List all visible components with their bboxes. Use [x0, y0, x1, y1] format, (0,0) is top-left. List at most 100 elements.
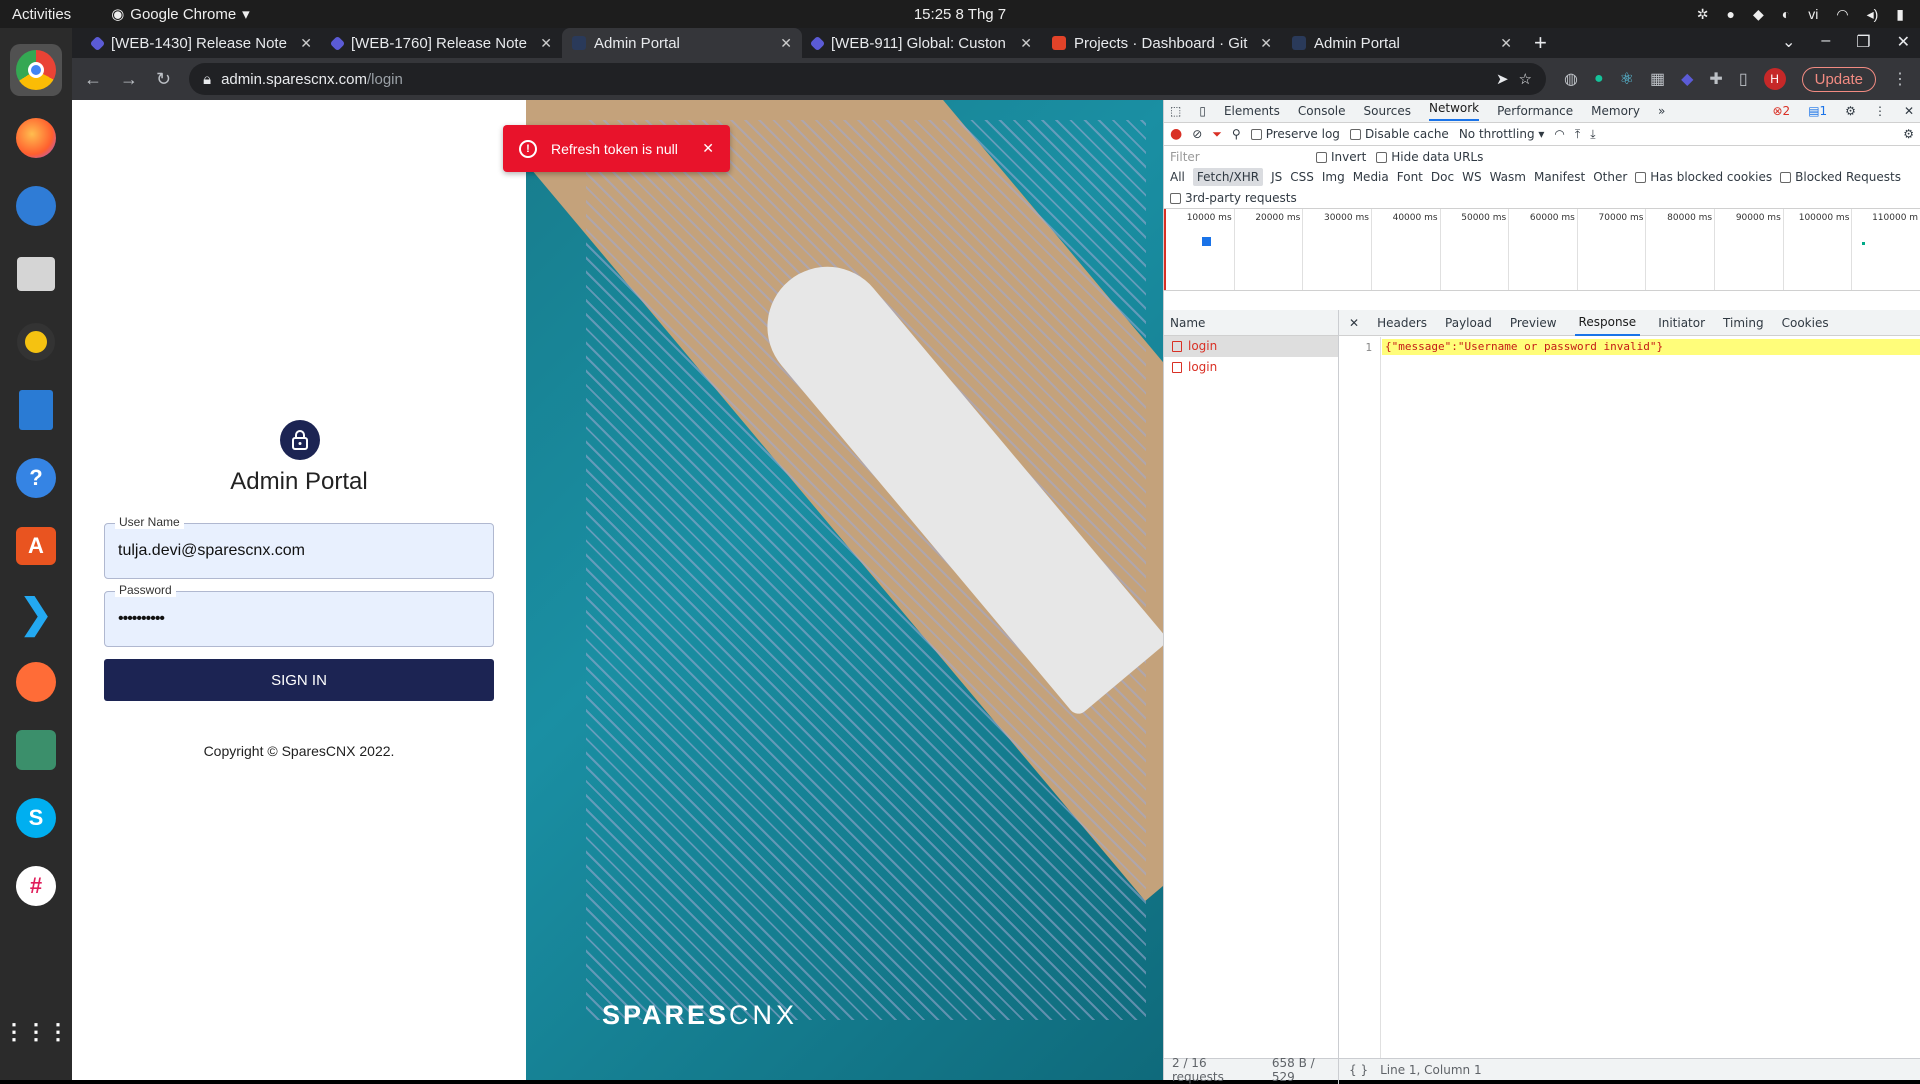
message-badge[interactable]: ▤1: [1808, 104, 1827, 118]
kebab-menu-icon[interactable]: ⋮: [1874, 104, 1886, 118]
type-filter-ws[interactable]: WS: [1462, 170, 1481, 184]
network-timeline[interactable]: 10000 ms 20000 ms 30000 ms 40000 ms 5000…: [1164, 209, 1920, 291]
filter-input[interactable]: Filter: [1170, 150, 1306, 164]
forward-icon[interactable]: →: [120, 69, 138, 90]
close-detail-icon[interactable]: ✕: [1349, 316, 1359, 330]
username-field[interactable]: User Name tulja.devi@sparescnx.com: [104, 515, 494, 579]
export-har-icon[interactable]: ⤓: [1590, 127, 1595, 142]
sign-in-button[interactable]: SIGN IN: [104, 659, 494, 701]
record-icon[interactable]: ●: [1170, 126, 1182, 142]
reload-icon[interactable]: ↻: [156, 69, 171, 90]
response-body[interactable]: {"message":"Username or password invalid…: [1382, 339, 1920, 355]
search-icon[interactable]: ⚲: [1232, 127, 1241, 141]
invert-checkbox[interactable]: Invert: [1316, 150, 1366, 164]
firefox-icon[interactable]: [10, 112, 62, 164]
close-icon[interactable]: ✕: [540, 35, 552, 52]
import-har-icon[interactable]: ⤒: [1575, 127, 1580, 142]
bookmark-star-icon[interactable]: ☆: [1519, 70, 1532, 88]
extension-icon[interactable]: ▦: [1650, 69, 1665, 89]
language-indicator[interactable]: vi: [1808, 6, 1818, 22]
activities-button[interactable]: Activities: [12, 6, 71, 23]
tab-timing[interactable]: Timing: [1723, 316, 1764, 330]
filter-icon[interactable]: ⏷: [1212, 127, 1222, 142]
app-menu[interactable]: ◉ Google Chrome ▾: [111, 5, 250, 24]
type-filter-img[interactable]: Img: [1322, 170, 1345, 184]
close-icon[interactable]: ✕: [1020, 35, 1032, 52]
maximize-icon[interactable]: ❐: [1856, 32, 1870, 52]
close-icon[interactable]: ✕: [702, 140, 714, 157]
tray-app-icon[interactable]: ✲: [1697, 6, 1709, 23]
tab-response[interactable]: Response: [1574, 310, 1641, 336]
tab-initiator[interactable]: Initiator: [1658, 316, 1705, 330]
close-devtools-icon[interactable]: ✕: [1904, 104, 1914, 118]
writer-icon[interactable]: [10, 384, 62, 436]
password-value[interactable]: ••••••••••: [118, 610, 165, 628]
type-filter-wasm[interactable]: Wasm: [1490, 170, 1526, 184]
throttling-select[interactable]: No throttling ▾: [1459, 127, 1545, 141]
menu-icon[interactable]: ⋮: [1892, 69, 1908, 89]
type-filter-all[interactable]: All: [1170, 170, 1185, 184]
type-filter-other[interactable]: Other: [1593, 170, 1627, 184]
update-button[interactable]: Update: [1801, 66, 1876, 92]
tray-app-icon[interactable]: ◐: [1782, 6, 1790, 22]
third-party-checkbox[interactable]: 3rd-party requests: [1170, 191, 1297, 205]
postman-icon[interactable]: [10, 656, 62, 708]
clear-icon[interactable]: ⊘: [1192, 127, 1202, 141]
name-column-header[interactable]: Name: [1164, 310, 1338, 336]
type-filter-manifest[interactable]: Manifest: [1534, 170, 1585, 184]
tab-payload[interactable]: Payload: [1445, 316, 1492, 330]
vscode-icon[interactable]: ❯: [10, 588, 62, 640]
type-filter-fetch-xhr[interactable]: Fetch/XHR: [1192, 168, 1264, 186]
password-field[interactable]: Password ••••••••••: [104, 583, 494, 647]
tab-preview[interactable]: Preview: [1510, 316, 1557, 330]
slack-icon[interactable]: #: [10, 860, 62, 912]
tab-network[interactable]: Network: [1429, 101, 1480, 121]
software-icon[interactable]: A: [10, 520, 62, 572]
settings-gear-icon[interactable]: ⚙: [1845, 104, 1856, 118]
type-filter-js[interactable]: JS: [1271, 170, 1282, 184]
lock-icon[interactable]: 🔒︎: [203, 71, 211, 88]
close-icon[interactable]: ✕: [1500, 35, 1512, 52]
tab-headers[interactable]: Headers: [1377, 316, 1427, 330]
type-filter-doc[interactable]: Doc: [1431, 170, 1454, 184]
extension-icon[interactable]: ◍: [1564, 69, 1578, 89]
puzzle-icon[interactable]: ✚: [1709, 69, 1722, 89]
help-icon[interactable]: ?: [10, 452, 62, 504]
battery-icon[interactable]: ▮: [1896, 6, 1904, 23]
close-icon[interactable]: ✕: [300, 35, 312, 52]
network-settings-icon[interactable]: ⚙: [1903, 127, 1914, 141]
error-badge[interactable]: ⊗2: [1772, 104, 1790, 118]
browser-tab[interactable]: [WEB-1430] Release Note ✕: [82, 28, 322, 58]
browser-tab[interactable]: Projects · Dashboard · Git ✕: [1042, 28, 1282, 58]
inspect-icon[interactable]: ⬚: [1170, 104, 1181, 118]
files-icon[interactable]: [10, 248, 62, 300]
show-apps-icon[interactable]: ⋮⋮⋮: [3, 1006, 69, 1058]
request-row[interactable]: login: [1164, 357, 1338, 378]
tab-elements[interactable]: Elements: [1224, 104, 1280, 118]
browser-tab[interactable]: [WEB-911] Global: Custon ✕: [802, 28, 1042, 58]
chrome-icon[interactable]: [10, 44, 62, 96]
more-tabs-icon[interactable]: »: [1658, 104, 1665, 118]
app-icon[interactable]: [10, 724, 62, 776]
wifi-icon[interactable]: ◠: [1836, 6, 1848, 23]
blocked-requests-checkbox[interactable]: Blocked Requests: [1780, 170, 1901, 184]
thunderbird-icon[interactable]: [10, 180, 62, 232]
type-filter-font[interactable]: Font: [1397, 170, 1423, 184]
tab-performance[interactable]: Performance: [1497, 104, 1573, 118]
tab-search-icon[interactable]: ⌄: [1782, 32, 1795, 52]
back-icon[interactable]: ←: [84, 69, 102, 90]
react-devtools-icon[interactable]: ⚛: [1620, 69, 1634, 89]
blocked-cookies-checkbox[interactable]: Has blocked cookies: [1635, 170, 1772, 184]
tray-app-icon[interactable]: ●: [1727, 6, 1735, 22]
rhythmbox-icon[interactable]: [10, 316, 62, 368]
skype-icon[interactable]: S: [10, 792, 62, 844]
pretty-print-icon[interactable]: { }: [1349, 1063, 1368, 1077]
type-filter-css[interactable]: CSS: [1290, 170, 1314, 184]
address-bar[interactable]: 🔒︎ admin.sparescnx.com/login ➤ ☆: [189, 63, 1546, 95]
browser-tab[interactable]: [WEB-1760] Release Note ✕: [322, 28, 562, 58]
profile-avatar[interactable]: H: [1763, 68, 1786, 90]
disable-cache-checkbox[interactable]: Disable cache: [1349, 127, 1449, 141]
device-toggle-icon[interactable]: ▯: [1199, 104, 1206, 118]
volume-icon[interactable]: ◂): [1867, 6, 1879, 23]
tab-console[interactable]: Console: [1298, 104, 1346, 118]
